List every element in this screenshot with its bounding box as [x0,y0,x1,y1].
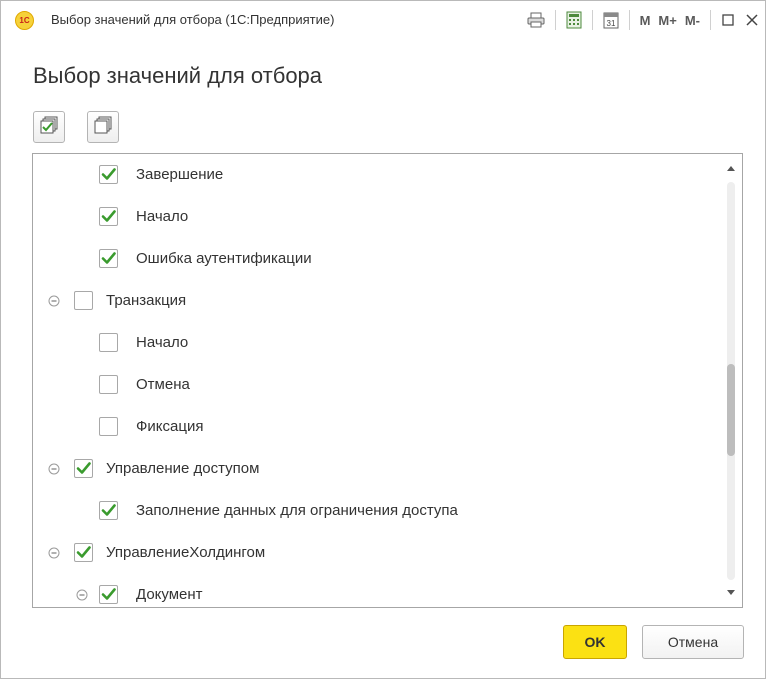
checkbox-checked[interactable] [74,459,93,478]
tree-row[interactable]: Фиксация [33,406,721,448]
tree-item-label: Документ [136,586,203,603]
vertical-scrollbar[interactable] [720,154,742,607]
svg-text:31: 31 [606,19,615,28]
checkbox-unchecked[interactable] [99,333,118,352]
calendar-icon[interactable]: 31 [599,1,623,39]
ok-button[interactable]: OK [563,625,627,659]
tree-row[interactable]: Ошибка аутентификации [33,238,721,280]
uncheck-all-button[interactable] [87,111,119,143]
scroll-up-icon[interactable] [726,164,736,172]
toolbar-separator [591,10,593,30]
print-icon[interactable] [523,1,549,39]
values-tree[interactable]: Завершение Начало Ошибка аутентификации Тра… [32,153,743,608]
memory-button[interactable]: M [636,1,655,39]
tree-row[interactable]: Завершение [33,154,721,196]
checkbox-checked[interactable] [99,585,118,604]
memory-minus-button[interactable]: M- [681,1,704,39]
check-mark-icon [101,252,116,264]
check-mark-icon [76,462,91,474]
title-bar-tools: 31 M M+ M- [523,1,765,39]
checkbox-unchecked[interactable] [99,375,118,394]
tree-row[interactable]: Начало [33,196,721,238]
collapse-icon[interactable] [48,463,60,475]
check-mark-icon [76,546,91,558]
tree-item-label: Ошибка аутентификации [136,250,312,267]
dialog-window: 1С Выбор значений для отбора (1С:Предпри… [0,0,766,679]
collapse-icon[interactable] [48,295,60,307]
check-all-icon [40,116,58,139]
tree-item-label: Заполнение данных для ограничения доступ… [136,502,458,519]
check-mark-icon [101,210,116,222]
checkbox-checked[interactable] [74,543,93,562]
checkbox-checked[interactable] [99,501,118,520]
check-mark-icon [101,588,116,600]
tree-row[interactable]: Начало [33,322,721,364]
checkbox-checked[interactable] [99,165,118,184]
tree-row[interactable]: Управление доступом [33,448,721,490]
tree-item-label: Завершение [136,166,224,183]
tree-row[interactable]: Документ [33,574,721,607]
checkbox-checked[interactable] [99,207,118,226]
check-mark-icon [101,168,116,180]
check-mark-icon [101,504,116,516]
tree-row[interactable]: Транзакция [33,280,721,322]
tree-item-label: Отмена [136,376,190,393]
tree-item-label: Начало [136,334,189,351]
cancel-button[interactable]: Отмена [642,625,744,659]
toolbar-separator [554,10,556,30]
app-logo-icon[interactable]: 1С [15,11,34,30]
tree-item-label: Начало [136,208,189,225]
scroll-down-icon[interactable] [726,589,736,597]
uncheck-all-icon [94,116,112,139]
title-bar: 1С Выбор значений для отбора (1С:Предпри… [1,1,765,39]
toolbar-separator [628,10,630,30]
tree-item-label: УправлениеХолдингом [106,544,266,561]
check-all-button[interactable] [33,111,65,143]
tree-row[interactable]: Заполнение данных для ограничения доступ… [33,490,721,532]
tree-item-label: Транзакция [106,292,187,309]
page-title: Выбор значений для отбора [33,63,323,88]
checkbox-checked[interactable] [99,249,118,268]
close-icon[interactable] [739,1,765,39]
toolbar-separator [710,10,711,30]
collapse-icon[interactable] [76,589,88,601]
maximize-icon[interactable] [717,1,739,39]
tree-item-label: Управление доступом [106,460,260,477]
tree-item-label: Фиксация [136,418,204,435]
collapse-icon[interactable] [48,547,60,559]
checkbox-unchecked[interactable] [74,291,93,310]
memory-plus-button[interactable]: M+ [654,1,680,39]
scroll-thumb[interactable] [727,364,735,456]
window-title: Выбор значений для отбора (1С:Предприяти… [51,12,335,27]
calculator-icon[interactable] [562,1,586,39]
checkbox-unchecked[interactable] [99,417,118,436]
tree-row[interactable]: УправлениеХолдингом [33,532,721,574]
tree-row[interactable]: Отмена [33,364,721,406]
